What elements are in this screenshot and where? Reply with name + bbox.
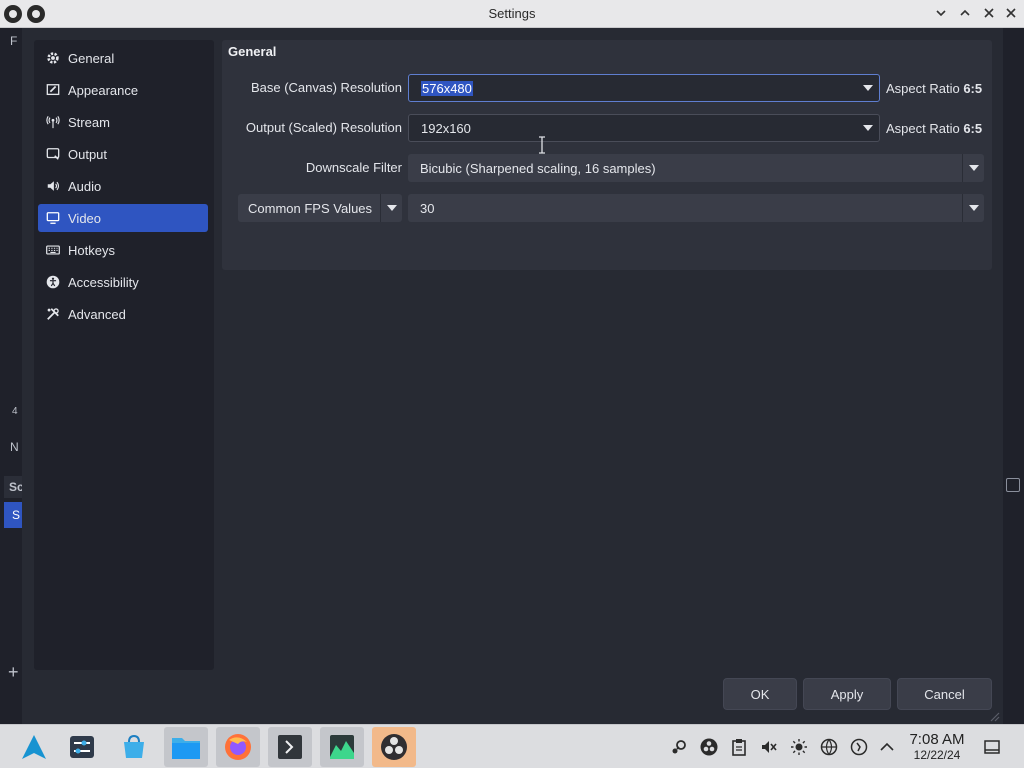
cancel-button[interactable]: Cancel — [897, 678, 992, 710]
sidebar-item-label: Audio — [68, 178, 102, 194]
output-resolution-label: Output (Scaled) Resolution — [245, 120, 402, 135]
sidebar-item-advanced[interactable]: Advanced — [38, 300, 208, 328]
brightness-icon[interactable] — [790, 738, 808, 756]
sidebar-item-output[interactable]: Output — [38, 140, 208, 168]
dropdown-arrow-icon[interactable] — [857, 115, 879, 141]
downscale-filter-label: Downscale Filter — [305, 160, 402, 175]
sidebar-item-accessibility[interactable]: Accessibility — [38, 268, 208, 296]
firefox-icon[interactable] — [216, 727, 260, 767]
speaker-icon — [47, 181, 60, 191]
sidebar-item-stream[interactable]: Stream — [38, 108, 208, 136]
add-scene-icon[interactable]: + — [8, 662, 19, 683]
antenna-icon — [46, 115, 60, 129]
dropdown-arrow-icon[interactable] — [962, 154, 984, 182]
sidebar-item-label: Accessibility — [68, 274, 139, 290]
resize-grip-icon[interactable] — [988, 710, 1000, 722]
keyboard-icon — [46, 245, 60, 255]
fps-value: 30 — [420, 200, 435, 216]
settings-dialog: General Appearance Stream Output Audio V… — [22, 28, 1003, 724]
volume-muted-icon[interactable] — [760, 738, 778, 756]
minimize-button[interactable] — [931, 4, 951, 24]
fps-type-select[interactable]: Common FPS Values — [238, 194, 402, 222]
sidebar-item-label: Video — [68, 210, 102, 226]
video-settings-panel: General Base (Canvas) Resolution 576x480… — [222, 40, 992, 270]
close-icon — [984, 8, 994, 18]
clipboard-icon[interactable] — [730, 738, 748, 756]
settings-sidebar: General Appearance Stream Output Audio V… — [34, 40, 214, 670]
arch-launcher-icon[interactable] — [12, 727, 56, 767]
clock-time[interactable]: 7:08 AM — [906, 731, 968, 748]
tools-icon — [47, 308, 59, 320]
sidebar-item-video[interactable]: Video — [38, 204, 208, 232]
chevron-down-icon — [936, 10, 946, 17]
label-fragment: N — [10, 440, 19, 454]
sidebar-item-label: Output — [68, 146, 108, 162]
sidebar-item-audio[interactable]: Audio — [38, 172, 208, 200]
appearance-icon — [46, 84, 60, 96]
ok-button[interactable]: OK — [723, 678, 797, 710]
apply-button[interactable]: Apply — [803, 678, 891, 710]
close-button-background-window[interactable] — [1001, 4, 1021, 24]
system-monitor-icon[interactable] — [320, 727, 364, 767]
sidebar-item-hotkeys[interactable]: Hotkeys — [38, 236, 208, 264]
downscale-filter-value: Bicubic (Sharpened scaling, 16 samples) — [420, 160, 656, 176]
base-aspect-ratio: Aspect Ratio 6:5 — [886, 81, 983, 96]
window-title: Settings — [488, 6, 536, 21]
output-resolution-value: 192x160 — [421, 120, 471, 136]
base-resolution-combo[interactable]: 576x480 — [408, 74, 880, 102]
network-icon[interactable] — [820, 738, 838, 756]
fps-type-value: Common FPS Values — [248, 200, 373, 216]
sidebar-item-label: Hotkeys — [68, 242, 115, 258]
obs-icon[interactable] — [372, 727, 416, 767]
chevron-up-icon — [960, 9, 970, 16]
output-resolution-combo[interactable]: 192x160 — [408, 114, 880, 142]
obs-tray-icon[interactable] — [700, 738, 718, 756]
sidebar-item-label: Stream — [68, 114, 110, 130]
discover-icon[interactable] — [112, 727, 156, 767]
downscale-filter-select[interactable]: Bicubic (Sharpened scaling, 16 samples) — [408, 154, 984, 182]
dock-float-icon[interactable] — [1006, 478, 1020, 492]
window-titlebar: Settings — [0, 0, 1024, 28]
number-fragment: 4 — [12, 406, 18, 417]
taskbar — [0, 724, 1024, 768]
show-desktop-icon[interactable] — [983, 738, 1001, 756]
base-resolution-label: Base (Canvas) Resolution — [250, 80, 402, 95]
gear-icon — [47, 52, 59, 64]
section-title: General — [228, 44, 277, 59]
sidebar-item-label: Advanced — [68, 306, 126, 322]
settings-icon[interactable] — [60, 727, 104, 767]
steam-icon[interactable] — [670, 738, 688, 756]
scene-item-fragment: S — [4, 502, 22, 528]
output-aspect-ratio: Aspect Ratio 6:5 — [886, 121, 983, 136]
menu-fragment: F — [10, 34, 18, 48]
output-icon — [46, 148, 60, 160]
dropdown-arrow-icon[interactable] — [380, 194, 402, 222]
monitor-icon — [46, 212, 60, 224]
terminal-icon[interactable] — [268, 727, 312, 767]
scenes-header-fragment: Sc — [4, 476, 24, 498]
chevron-up-icon[interactable] — [878, 738, 896, 756]
sidebar-item-label: General — [68, 50, 115, 66]
maximize-button[interactable] — [955, 4, 975, 24]
close-icon — [1006, 8, 1016, 18]
clock-date[interactable]: 12/22/24 — [906, 748, 968, 762]
text-cursor-icon — [539, 136, 545, 154]
accessibility-icon — [46, 275, 60, 289]
sidebar-item-general[interactable]: General — [38, 44, 208, 72]
sidebar-item-appearance[interactable]: Appearance — [38, 76, 208, 104]
base-resolution-value: 576x480 — [421, 80, 473, 96]
update-icon[interactable] — [850, 738, 868, 756]
dropdown-arrow-icon[interactable] — [962, 194, 984, 222]
sidebar-item-label: Appearance — [68, 82, 139, 98]
files-icon[interactable] — [164, 727, 208, 767]
fps-value-select[interactable]: 30 — [408, 194, 984, 222]
dropdown-arrow-icon[interactable] — [857, 75, 879, 101]
close-button[interactable] — [979, 4, 999, 24]
